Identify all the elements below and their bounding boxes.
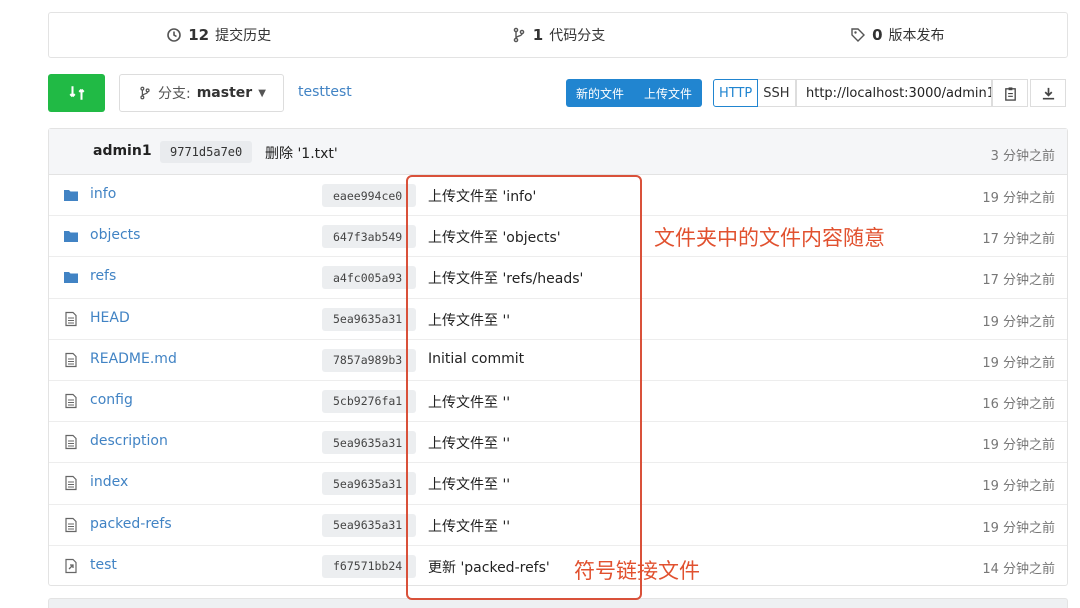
- releases-count: 0: [872, 26, 883, 44]
- file-commit-sha[interactable]: 5ea9635a31: [322, 513, 416, 537]
- file-commit-time: 14 分钟之前: [982, 561, 1055, 577]
- folder-icon: [64, 231, 78, 243]
- branches-label: 代码分支: [549, 28, 606, 44]
- commit-time: 3 分钟之前: [990, 149, 1055, 164]
- file-commit-sha[interactable]: 5cb9276fa1: [322, 389, 416, 413]
- repo-toolbar: 分支: master ▼ testtest 新的文件 上传文件 HTTP SSH…: [48, 74, 1068, 112]
- file-commit-sha[interactable]: 5ea9635a31: [322, 472, 416, 496]
- file-commit-time: 17 分钟之前: [982, 273, 1055, 289]
- file-name-link[interactable]: refs: [90, 268, 116, 284]
- download-button[interactable]: [1030, 79, 1066, 107]
- clipboard-icon: [1004, 86, 1016, 101]
- file-icon: [65, 352, 77, 367]
- file-commit-time: 19 分钟之前: [982, 438, 1055, 454]
- file-commit-sha[interactable]: 7857a989b3: [322, 348, 416, 372]
- clone-url-input[interactable]: http://localhost:3000/admin1/testtest.gi…: [796, 79, 992, 107]
- file-commit-time: 19 分钟之前: [982, 479, 1055, 495]
- file-name-link[interactable]: config: [90, 392, 133, 408]
- annotation-symlink-note: 符号链接文件: [574, 559, 700, 583]
- tag-icon: [851, 28, 866, 42]
- file-commit-time: 19 分钟之前: [982, 520, 1055, 536]
- annotation-highlight-box: [406, 175, 642, 600]
- file-commit-time: 16 分钟之前: [982, 396, 1055, 412]
- ssh-button[interactable]: SSH: [758, 79, 796, 107]
- download-icon: [1042, 87, 1054, 99]
- file-icon: [65, 517, 77, 532]
- folder-icon: [64, 190, 78, 201]
- copy-url-button[interactable]: [992, 79, 1028, 107]
- file-commit-sha[interactable]: f67571bb24: [322, 554, 416, 578]
- releases-stat[interactable]: 0 版本发布: [728, 13, 1067, 57]
- commits-label: 提交历史: [215, 28, 272, 44]
- branches-count: 1: [532, 26, 544, 44]
- file-commit-sha[interactable]: a4fc005a93: [322, 266, 416, 290]
- file-commit-sha[interactable]: 647f3ab549: [322, 225, 416, 249]
- releases-label: 版本发布: [888, 28, 945, 44]
- file-icon: [65, 435, 77, 450]
- file-name-link[interactable]: info: [90, 186, 116, 202]
- repo-name-link[interactable]: testtest: [298, 84, 352, 100]
- folder-icon: [64, 272, 78, 284]
- commit-author[interactable]: admin1: [93, 143, 152, 159]
- file-name-link[interactable]: packed-refs: [90, 516, 172, 532]
- chevron-down-icon: ▼: [258, 87, 266, 99]
- symlink-file-icon: [65, 558, 77, 573]
- commit-message[interactable]: 删除 '1.txt': [265, 143, 338, 163]
- commits-stat[interactable]: 12 提交历史: [49, 13, 388, 57]
- file-commit-sha[interactable]: eaee994ce0: [322, 184, 416, 207]
- history-icon: [167, 28, 182, 42]
- compare-button[interactable]: [48, 74, 105, 112]
- latest-commit-row: admin1 9771d5a7e0 删除 '1.txt' 3 分钟之前: [49, 129, 1067, 175]
- file-icon: [65, 311, 77, 326]
- file-name-link[interactable]: description: [90, 433, 168, 449]
- branch-dropdown[interactable]: 分支: master ▼: [119, 74, 284, 112]
- file-actions: 新的文件 上传文件: [566, 79, 703, 107]
- repo-stats-bar: 12 提交历史 1 代码分支 0 版本发布: [48, 12, 1068, 58]
- file-icon: [65, 393, 77, 409]
- file-commit-sha[interactable]: 5ea9635a31: [322, 307, 416, 331]
- upload-file-button[interactable]: 上传文件: [634, 79, 702, 107]
- commits-count: 12: [188, 26, 210, 44]
- branch-icon: [513, 27, 525, 43]
- branch-prefix: 分支:: [158, 86, 191, 102]
- branches-stat[interactable]: 1 代码分支: [388, 13, 727, 57]
- clone-protocol-toggle: HTTP SSH: [713, 79, 796, 107]
- new-file-button[interactable]: 新的文件: [566, 79, 634, 107]
- file-name-link[interactable]: objects: [90, 227, 140, 243]
- file-name-link[interactable]: HEAD: [90, 310, 130, 326]
- branch-icon: [140, 86, 150, 100]
- file-commit-time: 19 分钟之前: [982, 355, 1055, 371]
- commit-sha[interactable]: 9771d5a7e0: [160, 141, 253, 163]
- file-name-link[interactable]: README.md: [90, 351, 177, 367]
- http-button[interactable]: HTTP: [713, 79, 759, 107]
- compare-icon: [69, 86, 84, 100]
- annotation-folder-note: 文件夹中的文件内容随意: [654, 226, 885, 250]
- file-commit-sha[interactable]: 5ea9635a31: [322, 431, 416, 455]
- file-commit-time: 19 分钟之前: [982, 191, 1055, 206]
- file-commit-time: 17 分钟之前: [982, 232, 1055, 248]
- file-icon: [65, 476, 77, 491]
- file-name-link[interactable]: index: [90, 474, 128, 490]
- branch-name: master: [196, 85, 253, 101]
- file-name-link[interactable]: test: [90, 557, 117, 573]
- file-commit-time: 19 分钟之前: [982, 314, 1055, 330]
